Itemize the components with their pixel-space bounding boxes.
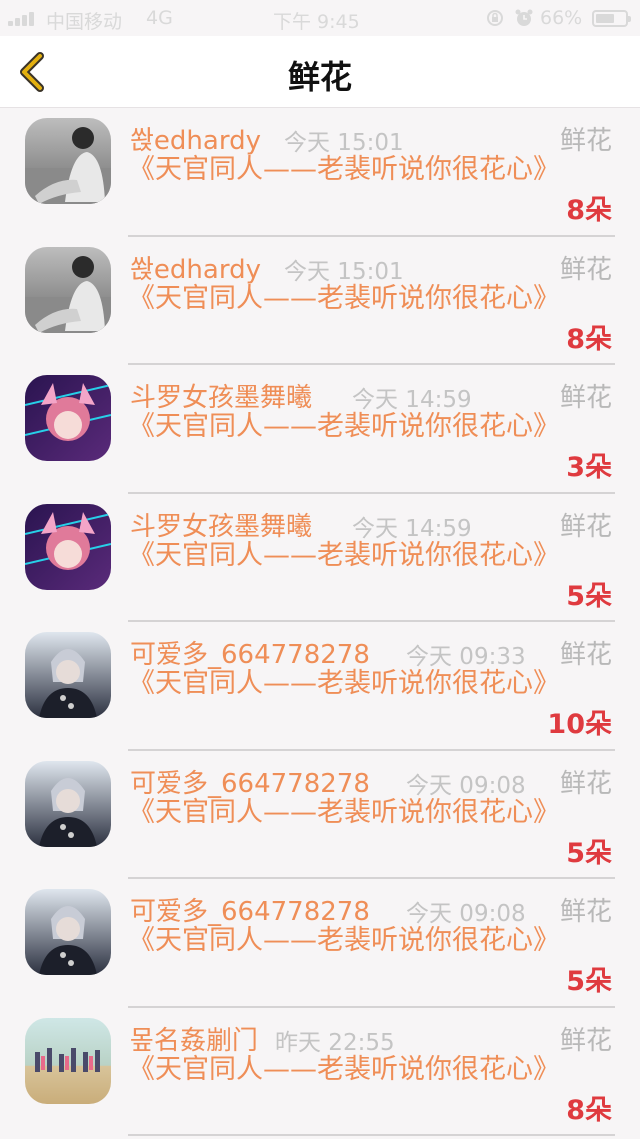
- avatar[interactable]: [25, 246, 111, 333]
- battery-percent: 66%: [540, 7, 583, 29]
- list-item[interactable]: 可爱多_664778278 今天 09:33 鲜花 《天官同人——老裴听说你很花…: [0, 622, 640, 751]
- flower-count: 5朵: [566, 580, 612, 612]
- timestamp: 今天 09:08: [406, 901, 526, 927]
- gift-type-label: 鲜花: [559, 383, 612, 413]
- timestamp: 昨天 22:55: [275, 1029, 395, 1056]
- user-name: 可爱多_664778278: [130, 640, 370, 670]
- work-title: 《天官同人——老裴听说你很花心》: [128, 925, 560, 956]
- user-name: 뫂名姦剻门: [130, 1025, 258, 1056]
- flower-count: 8朵: [566, 1094, 612, 1126]
- list-item[interactable]: 可爱多_664778278 今天 09:08 鲜花 《天官同人——老裴听说你很花…: [0, 879, 640, 1008]
- list-item[interactable]: 可爱多_664778278 今天 09:08 鲜花 《天官同人——老裴听说你很花…: [0, 751, 640, 879]
- flower-count: 8朵: [566, 323, 612, 355]
- gift-type-label: 鲜花: [559, 768, 612, 799]
- list-item[interactable]: 쏹edhardy 今天 15:01 鲜花 《天官同人——老裴听说你很花心》 8朵: [0, 108, 640, 237]
- user-name: 可爱多_664778278: [130, 897, 370, 927]
- nav-bar: 鲜花: [0, 36, 640, 108]
- work-title: 《天官同人——老裴听说你很花心》: [128, 668, 560, 699]
- timestamp: 今天 14:59: [352, 387, 472, 413]
- timestamp: 今天 09:08: [406, 772, 526, 799]
- clock-time: 下午 9:45: [273, 11, 360, 33]
- list-item[interactable]: 斗罗女孩墨舞曦 今天 14:59 鲜花 《天官同人——老裴听说你很花心》 5朵: [0, 494, 640, 622]
- avatar[interactable]: [25, 632, 111, 718]
- flower-count: 10朵: [547, 709, 612, 740]
- user-name: 可爱多_664778278: [130, 768, 370, 799]
- divider: [128, 1134, 615, 1136]
- flower-count: 5朵: [566, 837, 612, 869]
- gift-type-label: 鲜花: [559, 511, 612, 542]
- timestamp: 今天 14:59: [352, 515, 472, 542]
- signal-icon: [8, 12, 40, 26]
- avatar[interactable]: [25, 503, 111, 590]
- gift-type-label: 鲜花: [559, 897, 612, 927]
- user-name: 斗罗女孩墨舞曦: [130, 511, 313, 542]
- lock-rotation-icon: [487, 10, 503, 26]
- list-item[interactable]: 쏹edhardy 今天 15:01 鲜花 《天官同人——老裴听说你很花心》 8朵: [0, 237, 640, 365]
- flower-count: 8朵: [566, 195, 612, 226]
- user-name: 쏹edhardy: [130, 254, 261, 285]
- work-title: 《天官同人——老裴听说你很花心》: [128, 796, 560, 828]
- list-item[interactable]: 斗罗女孩墨舞曦 今天 14:59 鲜花 《天官同人——老裴听说你很花心》 3朵: [0, 365, 640, 494]
- gift-type-label: 鲜花: [559, 1025, 612, 1056]
- list-item[interactable]: 뫂名姦剻门 昨天 22:55 鲜花 《天官同人——老裴听说你很花心》 8朵: [0, 1008, 640, 1136]
- gift-record-list: 쏹edhardy 今天 15:01 鲜花 《天官同人——老裴听说你很花心》 8朵…: [0, 108, 640, 1136]
- battery-icon: [592, 10, 631, 27]
- avatar[interactable]: [25, 760, 111, 847]
- user-name: 斗罗女孩墨舞曦: [130, 383, 313, 413]
- work-title: 《天官同人——老裴听说你很花心》: [128, 411, 560, 442]
- timestamp: 今天 09:33: [406, 644, 526, 670]
- flower-count: 5朵: [566, 966, 612, 997]
- avatar[interactable]: [25, 889, 111, 975]
- work-title: 《天官同人——老裴听说你很花心》: [128, 539, 560, 571]
- status-bar: 中国移动 4G 下午 9:45 66%: [0, 0, 640, 36]
- avatar[interactable]: [25, 375, 111, 461]
- gift-type-label: 鲜花: [559, 640, 612, 670]
- carrier-label: 中国移动: [46, 11, 123, 33]
- work-title: 《天官同人——老裴听说你很花心》: [128, 282, 560, 314]
- work-title: 《天官同人——老裴听说你很花心》: [128, 154, 560, 185]
- avatar[interactable]: [25, 118, 111, 204]
- timestamp: 今天 15:01: [284, 130, 404, 156]
- alarm-icon: [515, 9, 533, 26]
- gift-type-label: 鲜花: [559, 254, 612, 285]
- work-title: 《天官同人——老裴听说你很花心》: [128, 1053, 560, 1085]
- avatar[interactable]: [25, 1017, 111, 1104]
- page-title: 鲜花: [287, 58, 352, 96]
- gift-type-label: 鲜花: [559, 126, 612, 156]
- user-name: 쏹edhardy: [130, 126, 261, 156]
- network-label: 4G: [146, 7, 173, 29]
- flower-count: 3朵: [566, 452, 612, 483]
- timestamp: 今天 15:01: [284, 258, 404, 285]
